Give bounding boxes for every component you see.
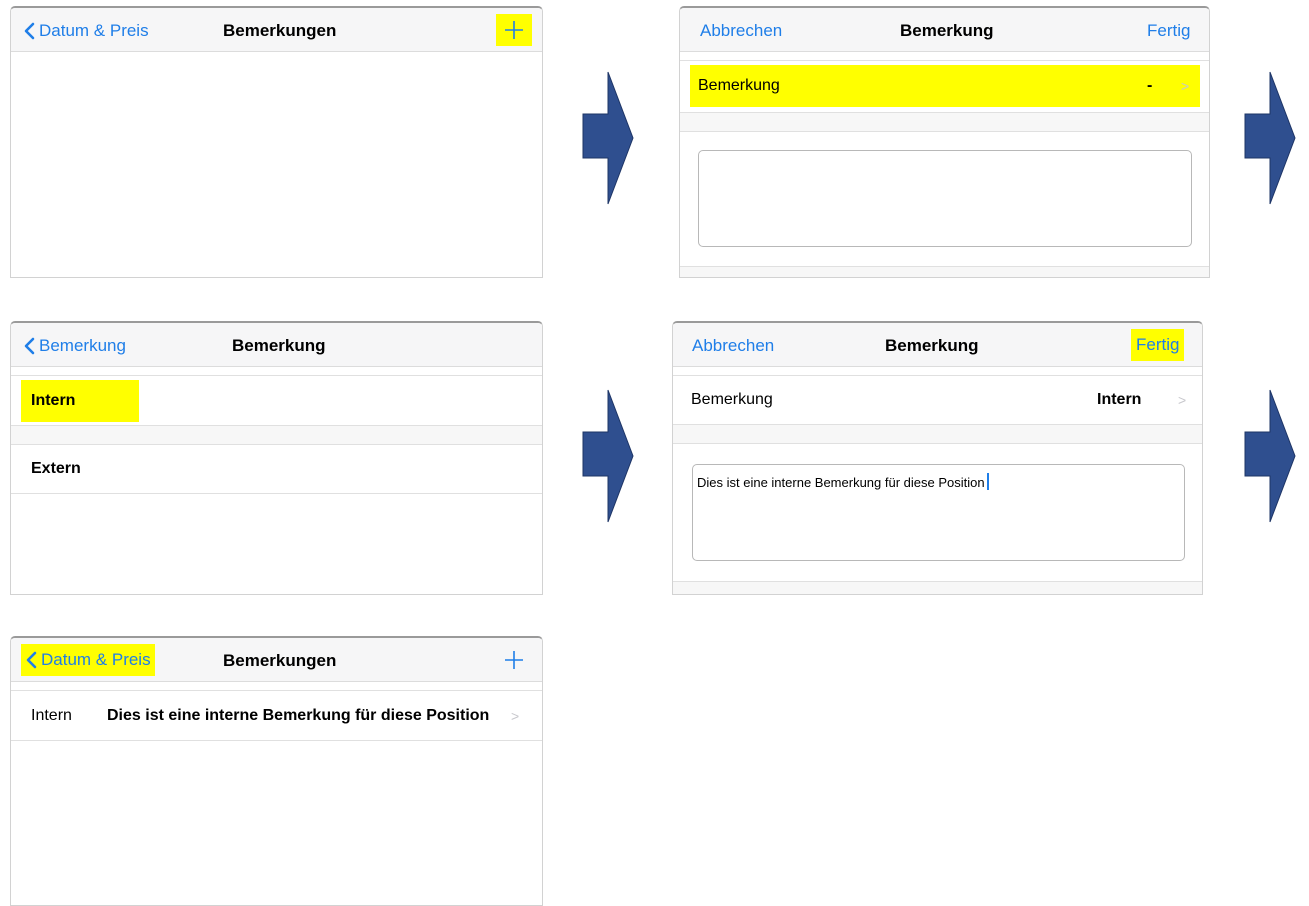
back-button[interactable]: Bemerkung xyxy=(23,336,126,356)
done-button[interactable]: Fertig xyxy=(1147,21,1190,41)
navigation-bar: Abbrechen Bemerkung Fertig xyxy=(680,8,1209,52)
remark-type: Intern xyxy=(31,707,72,724)
option-label: Extern xyxy=(31,460,81,477)
navigation-bar: Datum & Preis Bemerkungen xyxy=(11,8,542,52)
chevron-left-icon xyxy=(24,337,35,355)
cancel-button[interactable]: Abbrechen xyxy=(692,336,774,356)
page-title: Bemerkung xyxy=(232,336,326,355)
screen-remark-new: Abbrechen Bemerkung Fertig Bemerkung - > xyxy=(679,6,1210,278)
remark-text-field[interactable]: Dies ist eine interne Bemerkung für dies… xyxy=(692,464,1185,561)
row-value: - xyxy=(1147,77,1153,94)
navigation-bar: Abbrechen Bemerkung Fertig xyxy=(673,323,1202,367)
add-button[interactable] xyxy=(496,14,532,46)
back-label: Datum & Preis xyxy=(39,21,149,40)
back-button[interactable]: Datum & Preis xyxy=(23,21,149,41)
remark-text-field[interactable] xyxy=(698,150,1192,247)
page-title: Bemerkungen xyxy=(223,21,337,40)
list-item[interactable]: Intern Dies ist eine interne Bemerkung f… xyxy=(11,691,542,740)
remark-text: Dies ist eine interne Bemerkung für dies… xyxy=(697,475,985,490)
flow-arrow-icon xyxy=(582,389,634,523)
chevron-left-icon xyxy=(26,651,37,669)
flow-arrow-icon xyxy=(1244,71,1296,205)
flow-arrow-icon xyxy=(582,71,634,205)
option-extern[interactable]: Extern xyxy=(11,445,542,493)
page-title: Bemerkung xyxy=(900,21,994,40)
chevron-right-icon: > xyxy=(1181,78,1190,94)
row-label: Bemerkung xyxy=(698,77,780,94)
remark-type-row[interactable]: Bemerkung - > xyxy=(690,65,1200,107)
done-button[interactable]: Fertig xyxy=(1131,329,1185,361)
chevron-right-icon: > xyxy=(1178,392,1187,408)
back-label: Datum & Preis xyxy=(41,650,151,669)
chevron-right-icon: > xyxy=(511,708,520,724)
cancel-button[interactable]: Abbrechen xyxy=(700,21,782,41)
option-label: Intern xyxy=(31,392,76,409)
flow-arrow-icon xyxy=(1244,389,1296,523)
row-value: Intern xyxy=(1097,391,1142,408)
option-intern[interactable]: Intern xyxy=(21,380,139,422)
page-title: Bemerkung xyxy=(885,336,979,355)
screen-remark-type-select: Bemerkung Bemerkung Intern Extern xyxy=(10,321,543,595)
page-title: Bemerkungen xyxy=(223,651,337,670)
back-label: Bemerkung xyxy=(39,336,126,355)
plus-icon xyxy=(505,21,523,39)
remark-text: Dies ist eine interne Bemerkung für dies… xyxy=(107,707,490,724)
navigation-bar: Bemerkung Bemerkung xyxy=(11,323,542,367)
remark-type-row[interactable]: Bemerkung Intern > xyxy=(673,376,1202,424)
chevron-left-icon xyxy=(24,22,35,40)
screen-remarks-empty: Datum & Preis Bemerkungen xyxy=(10,6,543,278)
screen-remarks-list: Datum & Preis Bemerkungen Intern Dies is… xyxy=(10,636,543,906)
text-cursor xyxy=(986,473,989,490)
add-button[interactable] xyxy=(496,644,532,676)
back-button[interactable]: Datum & Preis xyxy=(21,644,155,676)
row-label: Bemerkung xyxy=(691,391,773,408)
plus-icon xyxy=(505,651,523,669)
navigation-bar: Datum & Preis Bemerkungen xyxy=(11,638,542,682)
screen-remark-filled: Abbrechen Bemerkung Fertig Bemerkung Int… xyxy=(672,321,1203,595)
